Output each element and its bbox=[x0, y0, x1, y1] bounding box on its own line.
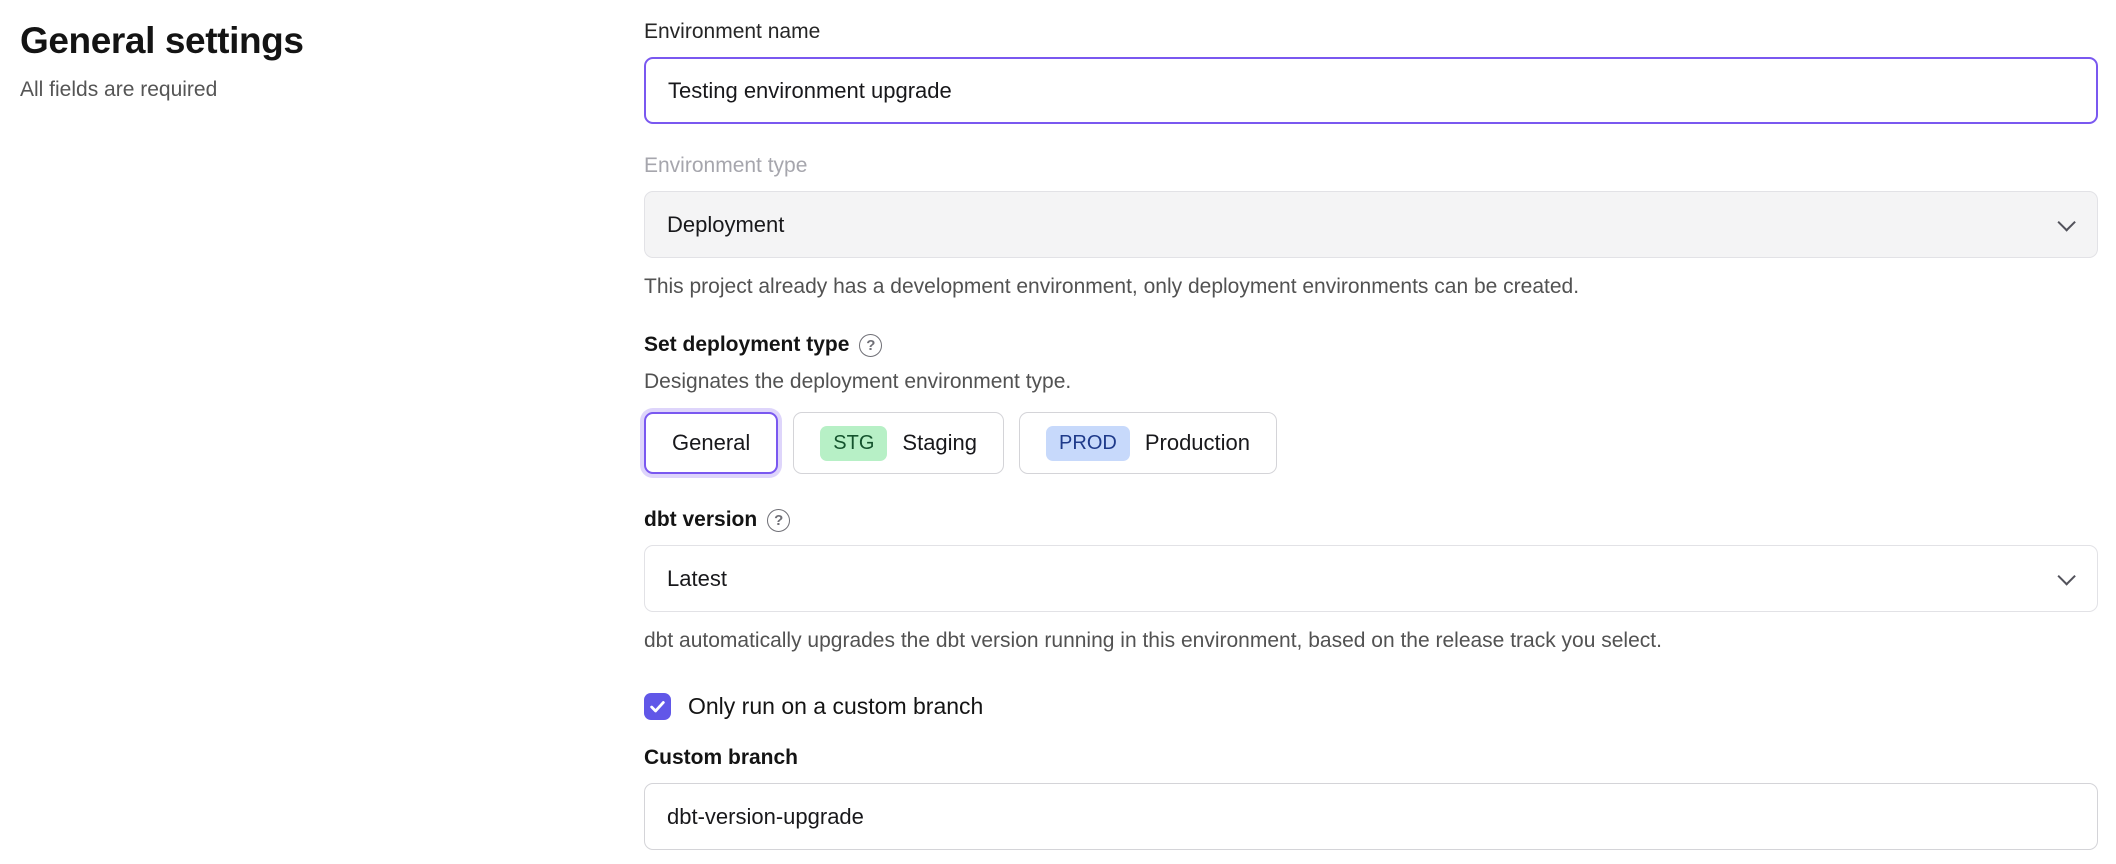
deployment-type-description: Designates the deployment environment ty… bbox=[644, 370, 2098, 394]
environment-type-label: Environment type bbox=[644, 154, 2098, 178]
settings-header: General settings All fields are required bbox=[20, 20, 644, 850]
page-subtitle: All fields are required bbox=[20, 78, 644, 102]
deployment-type-options: General STG Staging PROD Production bbox=[644, 412, 2098, 474]
deployment-type-production-button[interactable]: PROD Production bbox=[1019, 412, 1277, 474]
environment-type-select: Deployment bbox=[644, 191, 2098, 258]
settings-page: General settings All fields are required… bbox=[0, 0, 2116, 850]
custom-branch-toggle-label[interactable]: Only run on a custom branch bbox=[688, 693, 983, 720]
deployment-type-group: Set deployment type ? Designates the dep… bbox=[644, 333, 2098, 474]
dbt-version-helper: dbt automatically upgrades the dbt versi… bbox=[644, 629, 2098, 653]
dbt-version-label: dbt version ? bbox=[644, 508, 2098, 532]
chevron-down-icon bbox=[2057, 567, 2075, 585]
deployment-type-label-text: Set deployment type bbox=[644, 333, 849, 357]
deployment-type-label: Set deployment type ? bbox=[644, 333, 2098, 357]
production-badge: PROD bbox=[1046, 426, 1130, 461]
environment-name-label: Environment name bbox=[644, 20, 2098, 44]
chevron-down-icon bbox=[2057, 213, 2075, 231]
deployment-type-production-label: Production bbox=[1145, 430, 1250, 456]
dbt-version-group: dbt version ? Latest dbt automatically u… bbox=[644, 508, 2098, 653]
custom-branch-input[interactable] bbox=[644, 783, 2098, 850]
deployment-type-general-button[interactable]: General bbox=[644, 412, 778, 474]
environment-type-value: Deployment bbox=[667, 212, 784, 238]
help-icon[interactable]: ? bbox=[767, 509, 790, 532]
deployment-type-staging-label: Staging bbox=[902, 430, 977, 456]
custom-branch-checkbox[interactable] bbox=[644, 693, 671, 720]
page-title: General settings bbox=[20, 20, 644, 62]
dbt-version-value: Latest bbox=[667, 566, 727, 592]
checkmark-icon bbox=[649, 698, 666, 715]
custom-branch-group: Custom branch bbox=[644, 746, 2098, 850]
staging-badge: STG bbox=[820, 426, 887, 461]
custom-branch-label: Custom branch bbox=[644, 746, 2098, 770]
help-icon[interactable]: ? bbox=[859, 334, 882, 357]
dbt-version-label-text: dbt version bbox=[644, 508, 757, 532]
environment-name-group: Environment name bbox=[644, 20, 2098, 124]
environment-type-group: Environment type Deployment This project… bbox=[644, 154, 2098, 299]
deployment-type-general-label: General bbox=[672, 430, 750, 456]
environment-settings-form: Environment name Environment type Deploy… bbox=[644, 20, 2098, 850]
custom-branch-toggle-row: Only run on a custom branch bbox=[644, 693, 2098, 720]
environment-name-input[interactable] bbox=[644, 57, 2098, 124]
environment-type-helper: This project already has a development e… bbox=[644, 275, 2098, 299]
deployment-type-staging-button[interactable]: STG Staging bbox=[793, 412, 1004, 474]
dbt-version-select[interactable]: Latest bbox=[644, 545, 2098, 612]
